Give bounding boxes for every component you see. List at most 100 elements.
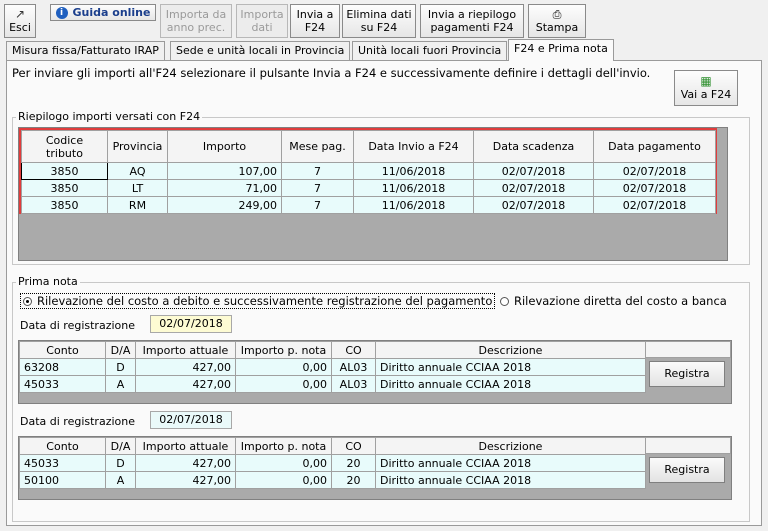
table-row[interactable]: 3850 AQ 107,00 7 11/06/2018 02/07/2018 0…: [21, 162, 716, 180]
header-conto: Conto: [19, 341, 106, 359]
cell-importo[interactable]: 107,00: [167, 162, 282, 180]
esci-button[interactable]: ↗ Esci: [4, 4, 36, 38]
cell-descrizione[interactable]: Diritto annuale CCIAA 2018: [375, 358, 646, 376]
cell-provincia[interactable]: LT: [107, 179, 168, 197]
data-registrazione-field[interactable]: 02/07/2018: [150, 315, 232, 333]
cell-attuale[interactable]: 427,00: [135, 375, 236, 393]
registra-button-2[interactable]: Registra: [649, 457, 725, 483]
cell-conto[interactable]: 63208: [19, 358, 106, 376]
cell-pagamento[interactable]: 02/07/2018: [593, 196, 716, 214]
cell-co[interactable]: AL03: [331, 358, 376, 376]
cell-conto[interactable]: 45033: [19, 375, 106, 393]
invia-riepilogo-button[interactable]: Invia a riepilogo pagamenti F24: [420, 4, 524, 38]
cell-da[interactable]: A: [105, 471, 136, 489]
cell-mese[interactable]: 7: [281, 196, 354, 214]
cell-importo[interactable]: 71,00: [167, 179, 282, 197]
cell-conto[interactable]: 50100: [19, 471, 106, 489]
header-provincia: Provincia: [107, 130, 168, 163]
guida-label: Guida online: [72, 6, 151, 19]
tab-label: Misura fissa/Fatturato IRAP: [12, 44, 159, 57]
cell-pagamento[interactable]: 02/07/2018: [593, 179, 716, 197]
cell-da[interactable]: D: [105, 454, 136, 472]
cell-invio[interactable]: 11/06/2018: [353, 179, 474, 197]
header-descrizione: Descrizione: [375, 437, 646, 455]
cell-da[interactable]: D: [105, 358, 136, 376]
table-row[interactable]: 50100 A 427,00 0,00 20 Diritto annuale C…: [19, 471, 646, 489]
radio-costo-a-banca[interactable]: Rilevazione diretta del costo a banca: [500, 294, 727, 308]
table-row[interactable]: 63208 D 427,00 0,00 AL03 Diritto annuale…: [19, 358, 646, 376]
data-registrazione-field-2[interactable]: 02/07/2018: [150, 411, 232, 429]
header-importo: Importo: [167, 130, 282, 163]
header-da: D/A: [105, 341, 136, 359]
invia-f24-button[interactable]: Invia a F24: [290, 4, 340, 38]
cell-codice[interactable]: 3850: [21, 179, 108, 197]
cell-co[interactable]: 20: [331, 471, 376, 489]
cell-descrizione[interactable]: Diritto annuale CCIAA 2018: [375, 375, 646, 393]
cell-mese[interactable]: 7: [281, 162, 354, 180]
cell-descrizione[interactable]: Diritto annuale CCIAA 2018: [375, 471, 646, 489]
radio-selected-icon: [23, 297, 32, 306]
table-row[interactable]: 3850 RM 249,00 7 11/06/2018 02/07/2018 0…: [21, 196, 716, 214]
info-icon: i: [55, 6, 68, 19]
header-co: CO: [331, 437, 376, 455]
cell-provincia[interactable]: AQ: [107, 162, 168, 180]
invia-line2: F24: [304, 21, 326, 34]
header-codice-line1: Codice: [45, 133, 84, 147]
cell-pnota[interactable]: 0,00: [235, 471, 332, 489]
cell-invio[interactable]: 11/06/2018: [353, 196, 474, 214]
radio2-label: Rilevazione diretta del costo a banca: [514, 294, 727, 308]
cell-scadenza[interactable]: 02/07/2018: [473, 179, 594, 197]
cell-scadenza[interactable]: 02/07/2018: [473, 162, 594, 180]
riepilogo-line2: pagamenti F24: [430, 21, 514, 34]
stampa-label: Stampa: [535, 21, 579, 34]
registra-button-1[interactable]: Registra: [649, 361, 725, 387]
table-row[interactable]: 45033 D 427,00 0,00 20 Diritto annuale C…: [19, 454, 646, 472]
riepilogo-title: Riepilogo importi versati con F24: [16, 110, 203, 123]
header-importo-attuale: Importo attuale: [135, 437, 236, 455]
cell-co[interactable]: AL03: [331, 375, 376, 393]
radio1-label: Rilevazione del costo a debito e success…: [37, 294, 493, 308]
cell-mese[interactable]: 7: [281, 179, 354, 197]
header-data-scadenza: Data scadenza: [473, 130, 594, 163]
cell-pnota[interactable]: 0,00: [235, 375, 332, 393]
elimina-line1: Elimina dati: [346, 8, 412, 21]
cell-attuale[interactable]: 427,00: [135, 454, 236, 472]
tab-label: Unità locali fuori Provincia: [358, 44, 502, 57]
table-row[interactable]: 45033 A 427,00 0,00 AL03 Diritto annuale…: [19, 375, 646, 393]
vai-label: Vai a F24: [680, 88, 732, 101]
cell-descrizione[interactable]: Diritto annuale CCIAA 2018: [375, 454, 646, 472]
importa-line2: anno prec.: [166, 21, 226, 34]
table-row[interactable]: 3850 LT 71,00 7 11/06/2018 02/07/2018 02…: [21, 179, 716, 197]
header-data-pagamento: Data pagamento: [593, 130, 716, 163]
cell-co[interactable]: 20: [331, 454, 376, 472]
cell-codice[interactable]: 3850: [21, 196, 108, 214]
cell-scadenza[interactable]: 02/07/2018: [473, 196, 594, 214]
cell-invio[interactable]: 11/06/2018: [353, 162, 474, 180]
cell-da[interactable]: A: [105, 375, 136, 393]
prima-nota-grid-2: Conto D/A Importo attuale Importo p. not…: [18, 436, 732, 500]
prima-nota-title: Prima nota: [16, 275, 80, 288]
cell-attuale[interactable]: 427,00: [135, 471, 236, 489]
cell-pnota[interactable]: 0,00: [235, 454, 332, 472]
riepilogo-table: Codice tributo Provincia Importo Mese pa…: [21, 130, 716, 214]
cell-codice[interactable]: 3850: [21, 162, 108, 180]
elimina-f24-button[interactable]: Elimina dati su F24: [342, 4, 416, 38]
vai-f24-button[interactable]: ▦ Vai a F24: [674, 70, 738, 106]
cell-pnota[interactable]: 0,00: [235, 358, 332, 376]
cell-attuale[interactable]: 427,00: [135, 358, 236, 376]
cell-pagamento[interactable]: 02/07/2018: [593, 162, 716, 180]
header-mese-pag: Mese pag.: [281, 130, 354, 163]
tab-sede-unita-locali[interactable]: Sede e unità locali in Provincia: [170, 41, 351, 60]
importa-anno-prec-button[interactable]: Importa da anno prec.: [160, 4, 232, 38]
stampa-button[interactable]: ⎙ Stampa: [528, 4, 586, 38]
importa-dati-button[interactable]: Importa dati: [236, 4, 288, 38]
guida-online-button[interactable]: i Guida online: [50, 4, 156, 21]
cell-conto[interactable]: 45033: [19, 454, 106, 472]
tab-unita-fuori-provincia[interactable]: Unità locali fuori Provincia: [352, 41, 508, 60]
tab-misura-fissa[interactable]: Misura fissa/Fatturato IRAP: [6, 41, 165, 60]
tab-f24-prima-nota[interactable]: F24 e Prima nota: [508, 39, 614, 61]
cell-provincia[interactable]: RM: [107, 196, 168, 214]
cell-importo[interactable]: 249,00: [167, 196, 282, 214]
header-codice-tributo: Codice tributo: [21, 130, 108, 163]
radio-costo-a-debito[interactable]: Rilevazione del costo a debito e success…: [20, 293, 496, 309]
